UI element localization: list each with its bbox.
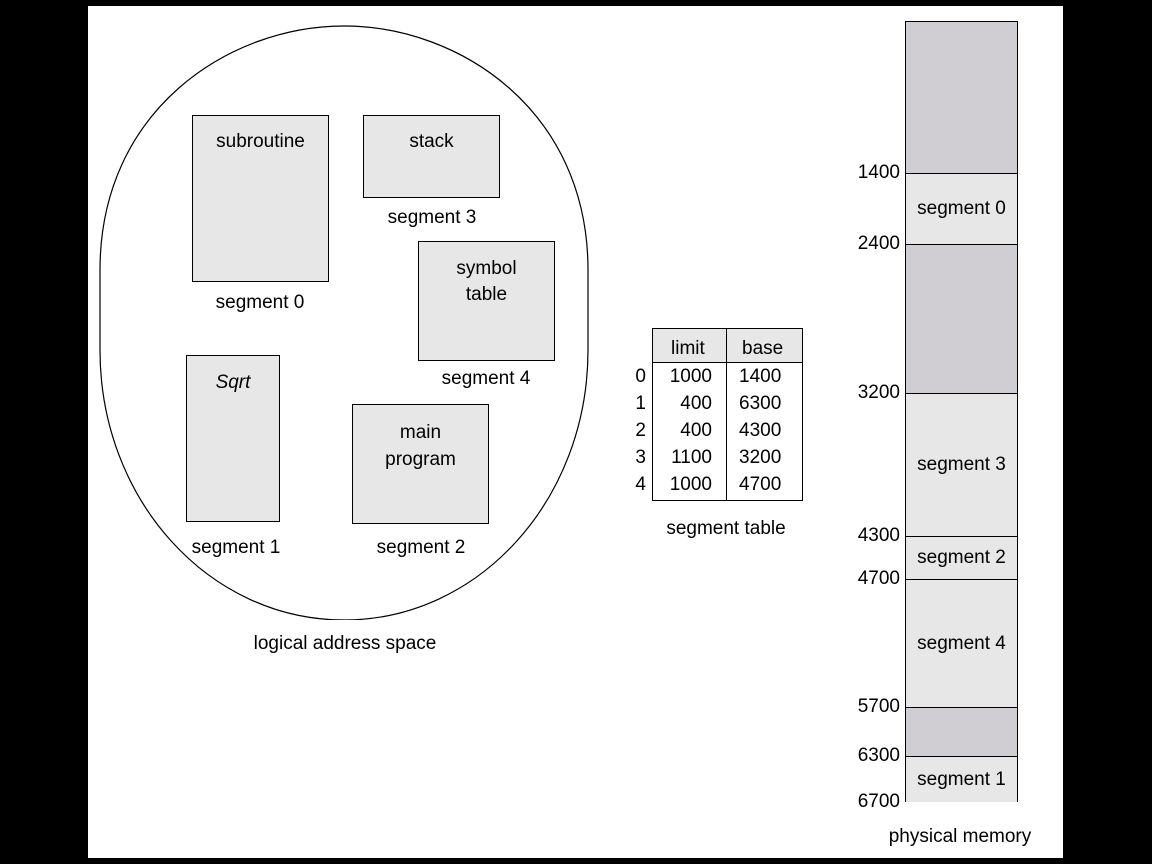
stack-label: stack [409,131,454,152]
sqrt-label: Sqrt [215,372,251,393]
logical-segment-1-caption: segment 1 [191,537,281,558]
logical-segment-4-caption: segment 4 [441,368,531,389]
segment-table-row-index: 1 [635,393,646,414]
diagram-canvas: subroutine segment 0 stack segment 3 sym… [88,6,1063,858]
memory-block-segment-2: segment 2 [906,536,1017,579]
physical-memory-column: segment 0 segment 3 segment 2 segment 4 segm… [905,21,1018,802]
segment-table-row-index: 0 [635,366,646,387]
logical-segment-3-box: stack [363,115,500,198]
logical-segment-2-box: main program [352,404,489,524]
memory-address-label: 6700 [857,791,900,812]
main-program-label-line1: main [399,422,442,443]
segment-table-base-cell: 4300 [739,420,782,441]
memory-block-segment-4: segment 4 [906,579,1017,707]
segment-table-row-index: 2 [635,420,646,441]
logical-segment-0-caption: segment 0 [215,292,305,313]
memory-block-free [906,22,1017,173]
header-base: base [742,338,784,359]
segment-table-row-index: 4 [635,474,646,495]
segment-table-base-cell: 1400 [739,366,782,387]
header-limit: limit [671,338,705,359]
segment-table-base-cell: 3200 [739,447,782,468]
memory-block-free [906,707,1017,756]
segment-table-limit-cell: 1000 [669,474,712,495]
logical-segment-2-caption: segment 2 [376,537,466,558]
memory-block-segment-0: segment 0 [906,173,1017,244]
memory-block-label: segment 0 [917,198,1006,219]
memory-address-label: 5700 [857,696,900,717]
memory-address-label: 4700 [857,568,900,589]
logical-segment-1-box: Sqrt [186,355,280,522]
memory-block-segment-3: segment 3 [906,393,1017,536]
segment-table-limit-cell: 1000 [669,366,712,387]
memory-block-free [906,244,1017,393]
memory-block-label: segment 3 [917,454,1006,475]
subroutine-label: subroutine [216,131,305,152]
segment-table-row-index: 3 [635,447,646,468]
memory-block-segment-1: segment 1 [906,756,1017,802]
memory-address-label: 4300 [857,525,900,546]
logical-segment-0-box: subroutine [192,115,329,282]
main-program-label-line2: program [385,449,456,470]
logical-address-space-caption: logical address space [253,633,437,654]
memory-block-label: segment 1 [917,768,1006,790]
logical-segment-3-caption: segment 3 [387,207,477,228]
segment-table-base-cell: 4700 [739,474,782,495]
memory-address-label: 1400 [857,162,900,183]
logical-segment-4-box: symbol table [418,241,555,361]
memory-block-label: segment 4 [917,632,1006,654]
segment-table-base-cell: 6300 [739,393,782,414]
segment-table-divider [726,329,728,500]
symbol-table-label-line1: symbol [456,258,517,279]
segment-table-limit-cell: 400 [680,420,712,441]
segment-table-caption: segment table [666,518,786,539]
segment-table-limit-cell: 1100 [671,447,712,468]
memory-address-label: 2400 [857,233,900,254]
physical-memory-caption: physical memory [888,826,1032,847]
memory-address-label: 6300 [857,745,900,766]
memory-address-label: 3200 [857,382,900,403]
memory-block-label: segment 2 [917,547,1006,568]
symbol-table-label-line2: table [465,284,508,305]
segment-table-limit-cell: 400 [680,393,712,414]
